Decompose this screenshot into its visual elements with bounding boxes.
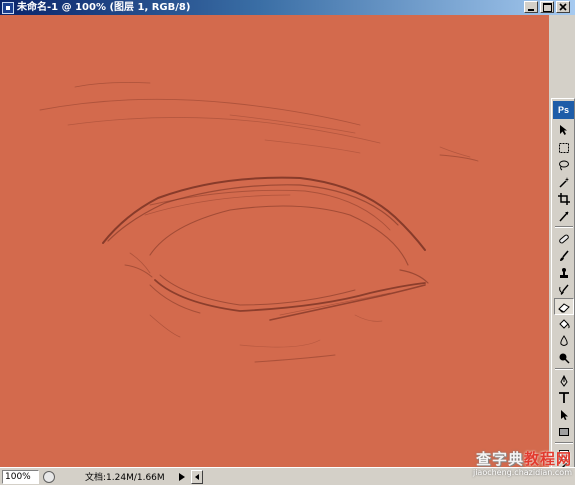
photoshop-logo-icon[interactable]: Ps <box>553 101 574 119</box>
dodge-tool-icon[interactable] <box>554 349 574 366</box>
watermark-url: jiaocheng.chazidian.com <box>472 468 572 477</box>
clone-stamp-tool-icon[interactable] <box>554 264 574 281</box>
status-menu-arrow-icon[interactable] <box>177 471 187 483</box>
document-size-info: 文档:1.24M/1.66M <box>85 473 165 483</box>
scroll-left-button[interactable] <box>190 469 203 484</box>
window-title: 未命名-1 @ 100% (图层 1, RGB/8) <box>17 2 191 13</box>
healing-brush-tool-icon[interactable] <box>554 230 574 247</box>
blur-tool-icon[interactable] <box>554 332 574 349</box>
window-controls <box>524 1 570 13</box>
lasso-tool-icon[interactable] <box>554 156 574 173</box>
minimize-button[interactable] <box>524 1 538 13</box>
magic-wand-tool-icon[interactable] <box>554 173 574 190</box>
marquee-tool-icon[interactable] <box>554 139 574 156</box>
pen-tool-icon[interactable] <box>554 372 574 389</box>
zoom-level-input[interactable]: 100% <box>2 469 39 484</box>
history-brush-tool-icon[interactable] <box>554 281 574 298</box>
navigator-icon[interactable] <box>43 470 55 483</box>
watermark-main-left: 查字典 <box>475 450 524 468</box>
photoshop-document-icon <box>2 1 14 14</box>
watermark-main-right: 教程网 <box>523 450 572 468</box>
close-button[interactable] <box>556 1 570 13</box>
title-bar[interactable]: 未命名-1 @ 100% (图层 1, RGB/8) <box>0 0 575 15</box>
type-tool-icon[interactable] <box>554 389 574 406</box>
canvas[interactable] <box>0 15 549 467</box>
rectangle-tool-icon[interactable] <box>554 423 574 440</box>
move-tool-icon[interactable] <box>554 121 574 138</box>
canvas-background <box>0 15 549 467</box>
site-watermark: 查字典教程网 jiaocheng.chazidian.com <box>440 450 572 484</box>
tool-palette: Ps <box>551 98 575 469</box>
path-selection-tool-icon[interactable] <box>554 406 574 423</box>
brush-tool-icon[interactable] <box>554 247 574 264</box>
crop-tool-icon[interactable] <box>554 190 574 207</box>
document-window[interactable] <box>0 15 549 467</box>
slice-tool-icon[interactable] <box>554 207 574 224</box>
paint-bucket-tool-icon[interactable] <box>554 315 574 332</box>
eraser-tool-icon[interactable] <box>554 298 574 315</box>
maximize-button[interactable] <box>540 1 554 13</box>
